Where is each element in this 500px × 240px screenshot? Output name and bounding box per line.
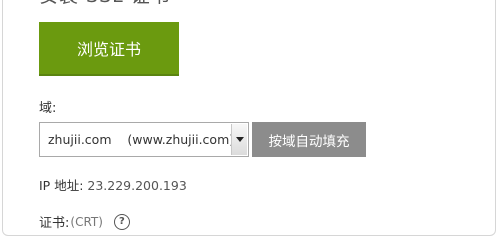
chevron-down-icon[interactable] xyxy=(231,124,247,155)
ip-address-label: IP 地址 xyxy=(39,178,80,193)
install-ssl-panel: 安装 SSL 证书 浏览证书 域: zhujii.com (www.zhujii… xyxy=(2,0,496,236)
domain-select-value: zhujii.com (www.zhujii.com) xyxy=(48,132,231,147)
certificate-format: (CRT) xyxy=(70,214,103,229)
domain-label: 域: xyxy=(39,101,57,116)
domain-select[interactable]: zhujii.com (www.zhujii.com) xyxy=(39,122,249,157)
certificate-label: 证书: xyxy=(39,216,70,231)
certificate-line: 证书: (CRT) ? xyxy=(39,212,130,231)
question-circle-icon[interactable]: ? xyxy=(113,213,130,230)
autofill-by-domain-button[interactable]: 按域自动填充 xyxy=(252,122,366,157)
ip-address-value: 23.229.200.193 xyxy=(87,178,187,193)
ip-address-line: IP 地址: 23.229.200.193 xyxy=(39,175,187,194)
section-heading: 安装 SSL 证书 xyxy=(39,0,171,8)
browse-certificate-button[interactable]: 浏览证书 xyxy=(39,22,179,76)
